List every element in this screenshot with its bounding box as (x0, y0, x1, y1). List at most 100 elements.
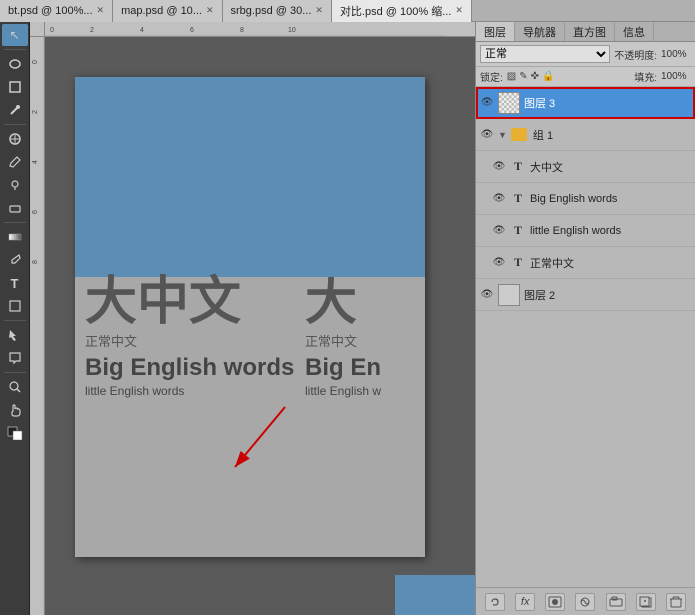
layer-name-bigenglish: Big English words (530, 193, 691, 205)
tool-shape[interactable] (2, 295, 28, 317)
sky-area (75, 77, 425, 277)
big-english-left: Big English words (85, 354, 294, 382)
layer-T-normalchinese: T (510, 255, 526, 271)
lock-paint-icon[interactable]: ✎ (519, 71, 527, 82)
big-chinese-left: 大中文 (85, 277, 294, 329)
lock-all-icon[interactable]: 🔒 (542, 71, 554, 82)
tool-separator-1 (4, 49, 26, 50)
panel-btn-mask[interactable] (545, 593, 565, 611)
tab-duibipsd[interactable]: 对比.psd @ 100% 缩... ✕ (332, 0, 472, 22)
tool-separator-3 (4, 222, 26, 223)
tool-zoom[interactable] (2, 376, 28, 398)
tool-crop[interactable] (2, 76, 28, 98)
tool-eraser[interactable] (2, 197, 28, 219)
tab-close-mappsd[interactable]: ✕ (206, 5, 214, 16)
blend-mode-select[interactable]: 正常 (480, 45, 610, 63)
left-toolbar: ↖ T (0, 22, 30, 615)
layer-eye-bigenglish[interactable]: 👁 (492, 192, 506, 206)
mode-row: 正常 不透明度: 100% (476, 42, 695, 67)
tab-srbgpsd[interactable]: srbg.psd @ 30... ✕ (223, 0, 332, 22)
layer-name-layer2: 图层 2 (524, 287, 691, 303)
tab-btpsd[interactable]: bt.psd @ 100%... ✕ (0, 0, 113, 22)
canvas-blue-corner (395, 575, 475, 615)
tool-separator-5 (4, 372, 26, 373)
tool-heal[interactable] (2, 128, 28, 150)
layer-name-bigchinese: 大中文 (530, 159, 691, 175)
panel-btn-new-layer[interactable] (636, 593, 656, 611)
layer-name-littleenglish: little English words (530, 225, 691, 237)
right-panel: 图层 导航器 直方图 信息 正常 不透明度: 100% (475, 22, 695, 615)
layers-panel: 正常 不透明度: 100% 锁定: ▨ ✎ ✜ 🔒 填充: 100% (476, 42, 695, 615)
annotation-arrow (205, 397, 325, 487)
tool-foreground[interactable] (2, 422, 28, 444)
little-english-left: little English words (85, 384, 294, 398)
layer-item-group1[interactable]: 👁 ▼ 组 1 (476, 119, 695, 151)
big-english-right: Big En (305, 354, 435, 382)
layer-eye-normalchinese[interactable]: 👁 (492, 256, 506, 270)
normal-chinese-left: 正常中文 (85, 331, 294, 350)
layer-thumb-layer2 (498, 284, 520, 306)
lock-position-icon[interactable]: ✜ (531, 71, 539, 82)
svg-text:6: 6 (190, 27, 194, 34)
tool-select[interactable]: ↖ (2, 24, 28, 46)
opacity-value: 100% (661, 49, 691, 60)
lock-transparency-icon[interactable]: ▨ (507, 71, 516, 82)
layer-item-layer2[interactable]: 👁 图层 2 (476, 279, 695, 311)
layer-eye-bigchinese[interactable]: 👁 (492, 160, 506, 174)
tool-pen[interactable] (2, 249, 28, 271)
tool-gradient[interactable] (2, 226, 28, 248)
tool-text[interactable]: T (2, 272, 28, 294)
svg-text:10: 10 (288, 27, 296, 34)
tool-lasso[interactable] (2, 53, 28, 75)
canvas-document: 大中文 正常中文 Big English words little Englis… (75, 77, 425, 557)
tool-notes[interactable] (2, 347, 28, 369)
svg-text:6: 6 (32, 210, 39, 214)
tab-mappsd[interactable]: map.psd @ 10... ✕ (113, 0, 222, 22)
layer-item-normalchinese[interactable]: 👁 T 正常中文 (476, 247, 695, 279)
layer-item-bigenglish[interactable]: 👁 T Big English words (476, 183, 695, 215)
panel-tab-info[interactable]: 信息 (615, 22, 654, 41)
panel-btn-fx[interactable]: fx (515, 593, 535, 611)
svg-text:0: 0 (50, 27, 54, 34)
tool-clone[interactable] (2, 174, 28, 196)
layer-item-layer3[interactable]: 👁 图层 3 (476, 87, 695, 119)
svg-text:2: 2 (32, 110, 39, 114)
layer-thumb-layer3 (498, 92, 520, 114)
tool-path-select[interactable] (2, 324, 28, 346)
fill-label: 填充: (634, 69, 657, 84)
tool-brush[interactable] (2, 151, 28, 173)
layer-name-layer3: 图层 3 (524, 95, 691, 111)
layer-T-littleenglish: T (510, 223, 526, 239)
layer-eye-littleenglish[interactable]: 👁 (492, 224, 506, 238)
group-expand-arrow[interactable]: ▼ (498, 130, 507, 140)
content-area: 大中文 正常中文 Big English words little Englis… (75, 277, 425, 557)
tool-hand[interactable] (2, 399, 28, 421)
panel-tab-navigator[interactable]: 导航器 (515, 22, 565, 41)
tab-close-btpsd[interactable]: ✕ (97, 5, 105, 16)
canvas-area: 0 2 4 6 8 10 0 2 4 6 8 (30, 22, 475, 615)
tab-close-srbgpsd[interactable]: ✕ (315, 5, 323, 16)
layer-item-littleenglish[interactable]: 👁 T little English words (476, 215, 695, 247)
panel-bottom: fx (476, 587, 695, 615)
panel-btn-adjustment[interactable] (575, 593, 595, 611)
panel-btn-group[interactable] (606, 593, 626, 611)
tab-close-duibipsd[interactable]: ✕ (455, 5, 463, 16)
panel-tabs: 图层 导航器 直方图 信息 (476, 22, 695, 42)
layer-eye-layer3[interactable]: 👁 (480, 96, 494, 110)
layer-eye-group1[interactable]: 👁 (480, 128, 494, 142)
layer-eye-layer2[interactable]: 👁 (480, 288, 494, 302)
group-folder-icon (511, 128, 527, 141)
lock-label: 锁定: (480, 69, 503, 84)
layer-item-bigchinese[interactable]: 👁 T 大中文 (476, 151, 695, 183)
right-column: 大 正常中文 Big En little English w (305, 277, 435, 398)
svg-text:4: 4 (32, 160, 39, 164)
panel-tab-layers[interactable]: 图层 (476, 22, 515, 41)
big-chinese-right: 大 (305, 277, 435, 329)
tool-eyedrop[interactable] (2, 99, 28, 121)
tool-separator-2 (4, 124, 26, 125)
panel-tab-histogram[interactable]: 直方图 (565, 22, 615, 41)
layer-list: 👁 图层 3 👁 ▼ 组 1 👁 (476, 87, 695, 587)
panel-btn-link[interactable] (485, 593, 505, 611)
layer-name-normalchinese: 正常中文 (530, 255, 691, 271)
panel-btn-delete[interactable] (666, 593, 686, 611)
